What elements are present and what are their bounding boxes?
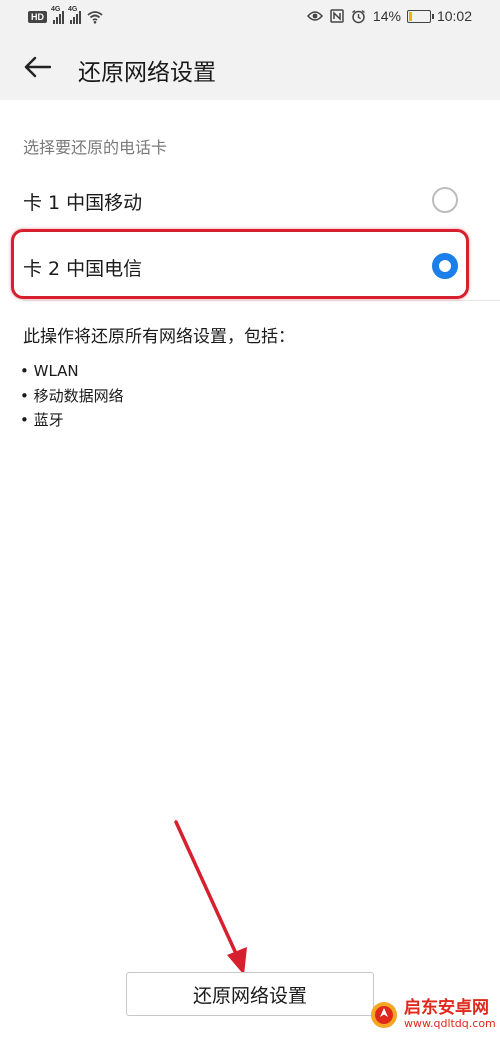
sim-option-1[interactable]: 卡 1 中国移动 — [0, 168, 500, 234]
wifi-icon — [87, 9, 103, 25]
nfc-icon — [329, 8, 345, 24]
list-item: 移动数据网络 — [20, 384, 124, 409]
reset-items-list: WLAN 移动数据网络 蓝牙 — [20, 359, 124, 433]
watermark-logo-icon — [371, 1001, 397, 1028]
status-bar-right: 14% 10:02 — [306, 8, 472, 24]
battery-level-fill — [408, 11, 412, 21]
watermark: 启东安卓网 www.qdltdq.com — [370, 998, 496, 1030]
signal-4g-icon: 4G — [51, 6, 64, 24]
reset-description: 此操作将还原所有网络设置，包括： — [23, 327, 295, 347]
divider — [23, 300, 500, 301]
arrow-left-icon — [24, 56, 51, 78]
alarm-icon — [351, 8, 367, 24]
battery-percent: 14% — [372, 8, 401, 24]
annotation-highlight-box — [11, 229, 469, 299]
clock: 10:02 — [436, 8, 472, 24]
section-label: 选择要还原的电话卡 — [23, 138, 168, 157]
status-bar-left: HD 4G 4G — [28, 6, 103, 25]
back-button[interactable] — [20, 52, 54, 82]
list-item: WLAN — [20, 359, 124, 384]
app-bar: 还原网络设置 — [0, 34, 500, 100]
list-item: 蓝牙 — [20, 408, 124, 433]
status-bar: HD 4G 4G 14% 10:02 — [0, 0, 500, 34]
reset-network-button[interactable]: 还原网络设置 — [126, 972, 374, 1016]
sim-option-label: 卡 1 中国移动 — [23, 192, 143, 214]
signal-4g-icon: 4G — [68, 6, 81, 24]
watermark-url: www.qdltdq.com — [404, 1016, 496, 1030]
watermark-name: 启东安卓网 — [404, 998, 489, 1018]
eye-icon — [306, 8, 323, 24]
radio-button[interactable] — [432, 187, 458, 213]
hd-icon: HD — [28, 11, 47, 23]
page-title: 还原网络设置 — [78, 60, 216, 86]
battery-icon — [406, 9, 434, 23]
